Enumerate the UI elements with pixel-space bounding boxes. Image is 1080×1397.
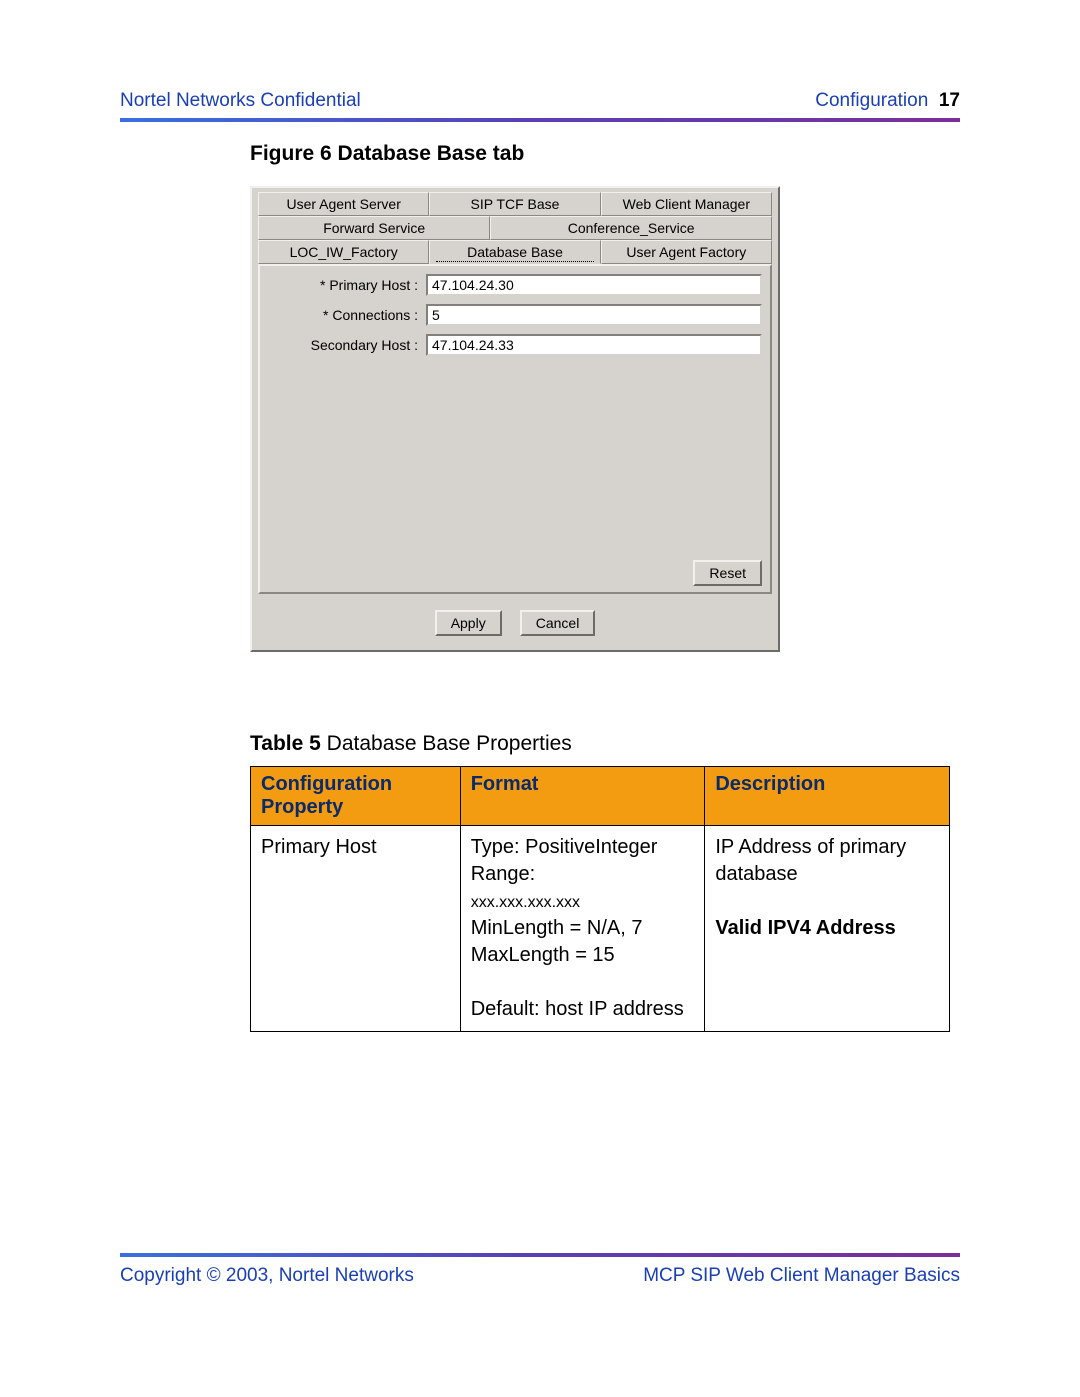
label-primary-host: * Primary Host : [268,277,426,293]
tab-row-1: User Agent Server SIP TCF Base Web Clien… [258,192,772,216]
tab-conference-service[interactable]: Conference_Service [490,216,772,240]
section-name: Configuration [815,90,928,111]
properties-table: Configuration Property Format Descriptio… [250,766,950,1032]
row-connections: * Connections : [268,304,762,326]
tab-user-agent-factory[interactable]: User Agent Factory [601,240,772,264]
copyright: Copyright © 2003, Nortel Networks [120,1265,414,1287]
page-footer: Copyright © 2003, Nortel Networks MCP SI… [120,1253,960,1287]
figure-title: Database Base tab [338,142,525,165]
config-panel: * Primary Host : * Connections : Seconda… [258,264,772,594]
table-header-row: Configuration Property Format Descriptio… [251,767,950,826]
tab-area: User Agent Server SIP TCF Base Web Clien… [252,188,778,264]
label-secondary-host: Secondary Host : [268,337,426,353]
tab-row-2: Forward Service Conference_Service [258,216,772,240]
section-page: Configuration 17 [815,90,960,112]
th-description: Description [705,767,950,826]
input-secondary-host[interactable] [426,334,762,356]
confidential-label: Nortel Networks Confidential [120,90,361,112]
doc-title: MCP SIP Web Client Manager Basics [643,1265,960,1287]
footer-rule [120,1253,960,1257]
th-format: Format [460,767,705,826]
cell-property: Primary Host [251,826,461,1032]
table-label: Table 5 [250,732,321,755]
figure-caption: Figure 6 Database Base tab [250,142,960,166]
desc-line1: IP Address of primary database [715,836,906,885]
table-title: Database Base Properties [327,732,572,755]
input-primary-host[interactable] [426,274,762,296]
cancel-button[interactable]: Cancel [520,610,596,636]
tab-forward-service[interactable]: Forward Service [258,216,490,240]
dialog-screenshot: User Agent Server SIP TCF Base Web Clien… [250,186,780,652]
config-dialog: User Agent Server SIP TCF Base Web Clien… [250,186,780,652]
tab-row-3: LOC_IW_Factory Database Base User Agent … [258,240,772,264]
format-minmax: MinLength = N/A, 7 MaxLength = 15 [471,917,643,966]
desc-bold: Valid IPV4 Address [715,917,895,939]
tab-database-base[interactable]: Database Base [429,240,600,264]
reset-button[interactable]: Reset [693,560,762,586]
tab-loc-iw-factory[interactable]: LOC_IW_Factory [258,240,429,264]
cell-description: IP Address of primary database Valid IPV… [705,826,950,1032]
page-number: 17 [939,90,960,111]
dialog-button-bar: Apply Cancel [252,600,778,650]
row-secondary-host: Secondary Host : [268,334,762,356]
label-connections: * Connections : [268,307,426,323]
tab-web-client-manager[interactable]: Web Client Manager [601,192,772,216]
format-range-mask: xxx.xxx.xxx.xxx [471,894,580,911]
tab-sip-tcf-base[interactable]: SIP TCF Base [429,192,600,216]
page-header: Nortel Networks Confidential Configurati… [120,90,960,112]
th-config-property: Configuration Property [251,767,461,826]
input-connections[interactable] [426,304,762,326]
header-rule [120,118,960,122]
format-range-label: Range: [471,863,536,885]
table-row: Primary Host Type: PositiveInteger Range… [251,826,950,1032]
format-default: Default: host IP address [471,998,684,1020]
format-type: Type: PositiveInteger [471,836,658,858]
table-caption: Table 5 Database Base Properties [250,732,960,756]
apply-button[interactable]: Apply [435,610,502,636]
row-primary-host: * Primary Host : [268,274,762,296]
tab-user-agent-server[interactable]: User Agent Server [258,192,429,216]
cell-format: Type: PositiveInteger Range: xxx.xxx.xxx… [460,826,705,1032]
figure-label: Figure 6 [250,142,332,165]
